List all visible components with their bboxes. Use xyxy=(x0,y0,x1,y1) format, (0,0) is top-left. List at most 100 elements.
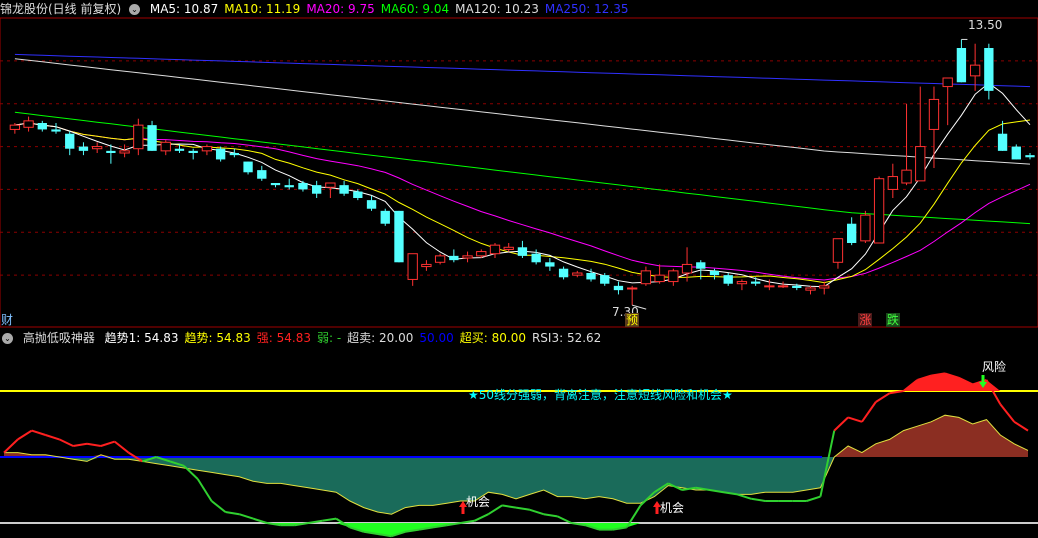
candle-body xyxy=(901,169,912,184)
stock-chart-stage[interactable]: 锦龙股份(日线 前复权) ⌄ MA5: 10.87 MA10: 11.19 MA20… xyxy=(0,0,1038,538)
legend-ma5: MA5: 10.87 xyxy=(149,2,219,16)
candle-body xyxy=(147,125,157,151)
indicator-panel[interactable] xyxy=(0,329,1038,538)
candle xyxy=(969,43,981,91)
candle xyxy=(51,123,61,134)
candle xyxy=(394,210,404,263)
candle xyxy=(311,180,322,198)
candle xyxy=(65,131,75,156)
candle-body xyxy=(284,185,294,188)
candle xyxy=(654,264,665,284)
rsi3-line xyxy=(847,416,863,423)
rsi3-line xyxy=(17,429,33,441)
candle xyxy=(860,210,871,243)
candle-body xyxy=(270,183,281,186)
price-header: 锦龙股份(日线 前复权) ⌄ MA5: 10.87 MA10: 11.19 MA20… xyxy=(0,0,1038,18)
candle xyxy=(257,165,267,181)
candle-body xyxy=(709,270,720,276)
rsi3-line xyxy=(225,511,240,516)
chance-label: 机会 xyxy=(660,501,685,515)
candle-body xyxy=(640,270,652,285)
candle-body xyxy=(311,185,322,194)
settings-icon[interactable]: ⌄ xyxy=(129,4,141,15)
candle-body xyxy=(860,214,871,242)
candle xyxy=(627,285,638,306)
candle-body xyxy=(750,281,761,284)
candle xyxy=(133,118,144,156)
candle xyxy=(819,281,830,295)
rsi3-line xyxy=(322,517,337,522)
chance-label: 机会 xyxy=(466,495,491,509)
candle-body xyxy=(407,253,418,280)
candle xyxy=(201,144,213,156)
legend-ma10: MA10: 11.19 xyxy=(224,2,301,16)
candle-body xyxy=(449,255,459,261)
candle xyxy=(956,39,967,83)
rsi3-line xyxy=(543,513,558,518)
legend-ma20: MA20: 9.75 xyxy=(306,2,375,16)
candle xyxy=(503,243,514,252)
indicator-name[interactable]: 高抛低吸神器 xyxy=(23,331,95,345)
candle xyxy=(407,253,418,286)
candle xyxy=(517,240,528,258)
candle-body xyxy=(339,185,349,194)
candle xyxy=(188,148,198,160)
settings-icon[interactable]: ⌄ xyxy=(2,333,13,344)
rsi3-line xyxy=(985,379,1002,405)
rsi3-line xyxy=(806,495,821,502)
candle xyxy=(92,142,103,153)
candle xyxy=(421,260,432,271)
candle-body xyxy=(997,133,1008,151)
candle-body xyxy=(119,150,130,154)
candle-body xyxy=(23,120,34,128)
rsi3-line xyxy=(833,416,849,432)
candle-body xyxy=(819,285,830,289)
candle xyxy=(887,163,898,198)
candle-body xyxy=(78,146,89,151)
candle xyxy=(901,103,912,186)
candle-body xyxy=(572,272,583,276)
rsi3-line xyxy=(529,508,544,516)
rsi3-line xyxy=(210,500,227,513)
candle-body xyxy=(956,48,967,83)
candle xyxy=(847,217,857,246)
rsi3-line xyxy=(861,401,877,423)
candle xyxy=(572,270,583,278)
candle-body xyxy=(257,170,267,179)
candle-body xyxy=(325,182,336,188)
rsi3-line xyxy=(751,497,766,502)
rsi3-line xyxy=(3,438,19,454)
candle xyxy=(243,161,253,175)
candle-body xyxy=(832,238,844,263)
candle-body xyxy=(353,191,363,198)
stock-label[interactable]: 锦龙股份(日线 前复权) xyxy=(0,2,121,16)
candle xyxy=(449,249,459,263)
candle xyxy=(270,183,281,188)
candle xyxy=(723,273,733,286)
candle-body xyxy=(160,141,171,152)
rsi3-line xyxy=(487,504,503,516)
candle xyxy=(805,285,816,295)
rsi3-line xyxy=(196,478,213,502)
candle-body xyxy=(873,178,885,244)
candle-body xyxy=(668,270,679,283)
price-panel[interactable] xyxy=(0,0,1038,328)
high-label: 13.50 xyxy=(968,18,1003,32)
candle-body xyxy=(188,150,198,153)
legend-ma60: MA60: 9.04 xyxy=(380,2,450,16)
candle-body xyxy=(847,223,857,243)
candle xyxy=(613,281,624,295)
candle-body xyxy=(133,124,144,150)
candle xyxy=(23,116,34,132)
trend-area-above xyxy=(4,415,1028,457)
candle xyxy=(1025,153,1035,160)
signal-marker: 预 xyxy=(625,313,640,327)
candle xyxy=(160,140,171,156)
ma-legend: MA5: 10.87 MA10: 11.19 MA20: 9.75 MA60: 9.0… xyxy=(150,2,635,16)
candle-body xyxy=(586,273,596,280)
legend-trend1: 趋势1: 54.83 xyxy=(104,331,179,345)
legend-overbought: 超买: 80.00 xyxy=(459,331,526,345)
trend-area-below xyxy=(4,457,1028,515)
candle-body xyxy=(723,275,733,284)
candle-body xyxy=(9,124,21,130)
